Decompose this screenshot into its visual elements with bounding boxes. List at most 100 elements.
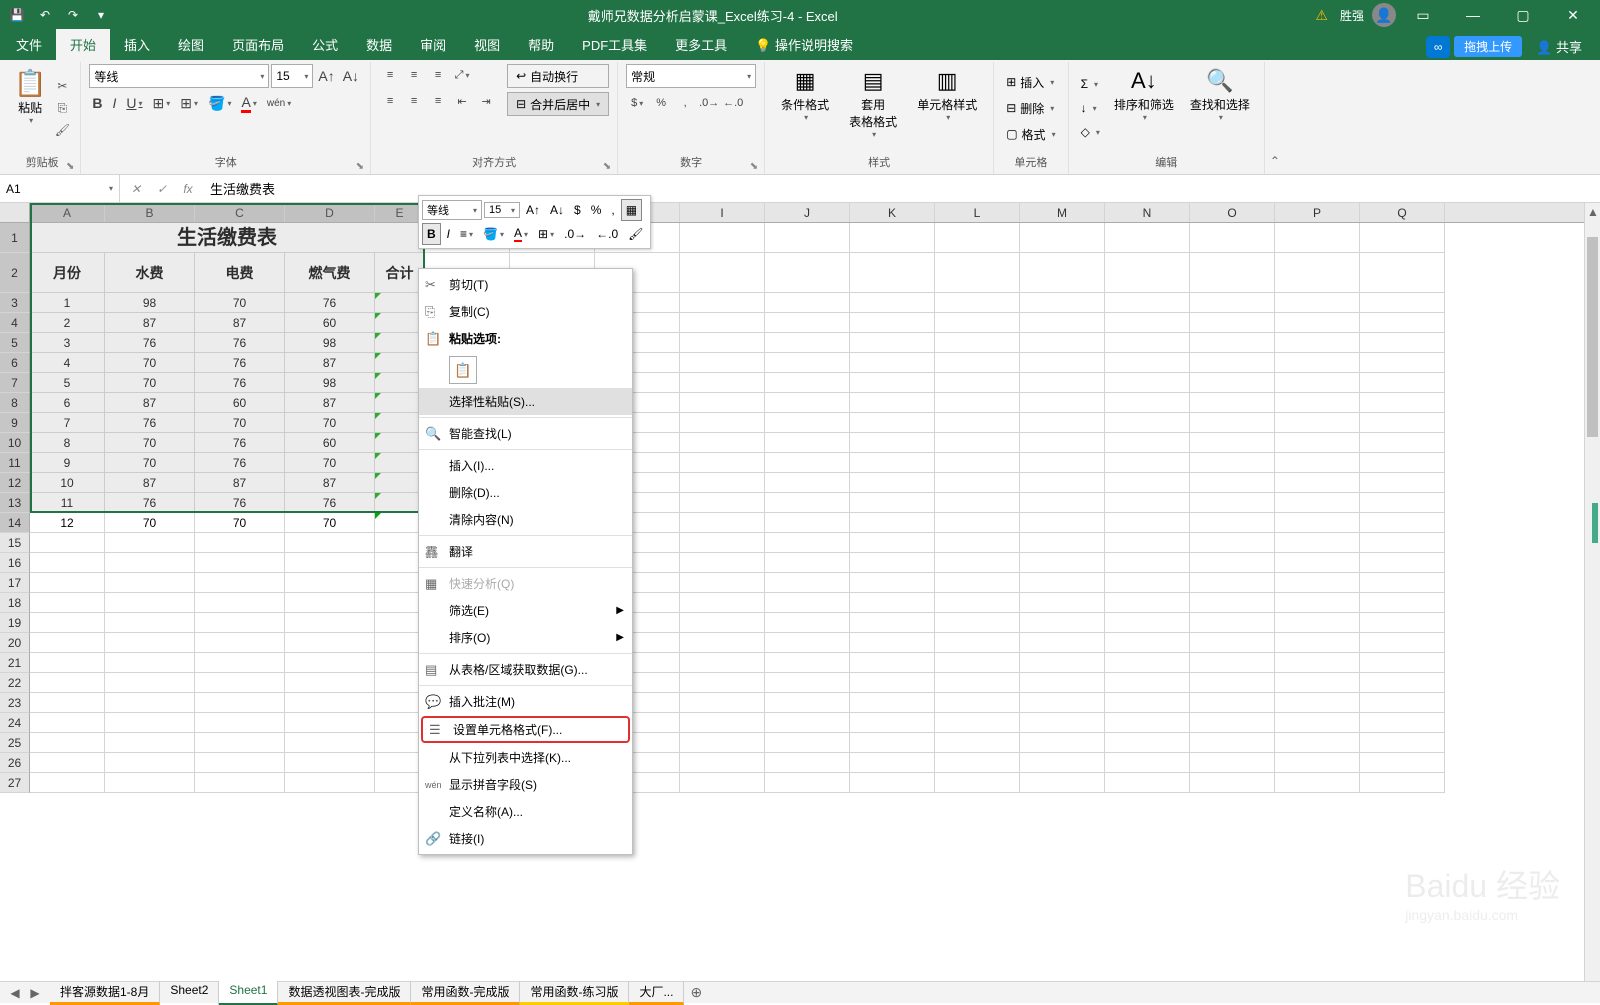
cell-M12[interactable] [1020, 473, 1105, 493]
cell-L27[interactable] [935, 773, 1020, 793]
add-sheet-button[interactable]: ⊕ [684, 982, 708, 1003]
cell-Q14[interactable] [1360, 513, 1445, 533]
cell-C26[interactable] [195, 753, 285, 773]
increase-font-icon[interactable]: A↑ [315, 65, 337, 87]
row-header-13[interactable]: 13 [0, 493, 30, 513]
cell-A15[interactable] [30, 533, 105, 553]
cell-M21[interactable] [1020, 653, 1105, 673]
cell-B6[interactable]: 70 [105, 353, 195, 373]
cell-D5[interactable]: 98 [285, 333, 375, 353]
cell-N20[interactable] [1105, 633, 1190, 653]
sheet-tab[interactable]: 数据透视图表-完成版 [278, 981, 411, 1005]
cell-Q26[interactable] [1360, 753, 1445, 773]
mini-increase-font-icon[interactable]: A↑ [522, 199, 544, 221]
cell-A25[interactable] [30, 733, 105, 753]
cell-D23[interactable] [285, 693, 375, 713]
cell-Q7[interactable] [1360, 373, 1445, 393]
wrap-text-button[interactable]: ↩ 自动换行 [507, 64, 609, 88]
merge-center-button[interactable]: ⊟ 合并后居中▾ [507, 92, 609, 116]
column-header-L[interactable]: L [935, 203, 1020, 222]
cell-D3[interactable]: 76 [285, 293, 375, 313]
cell-B16[interactable] [105, 553, 195, 573]
cell-P9[interactable] [1275, 413, 1360, 433]
cell-L1[interactable] [935, 223, 1020, 253]
cell-I17[interactable] [680, 573, 765, 593]
cell-O24[interactable] [1190, 713, 1275, 733]
cell-L7[interactable] [935, 373, 1020, 393]
cell-B17[interactable] [105, 573, 195, 593]
cell-C18[interactable] [195, 593, 285, 613]
autosum-icon[interactable]: Σ▾ [1077, 73, 1104, 95]
cell-K8[interactable] [850, 393, 935, 413]
column-header-B[interactable]: B [105, 203, 195, 222]
cell-J2[interactable] [765, 253, 850, 293]
cell-C22[interactable] [195, 673, 285, 693]
cell-L21[interactable] [935, 653, 1020, 673]
mini-border-icon[interactable]: ⊞▾ [534, 223, 558, 245]
cell-J24[interactable] [765, 713, 850, 733]
cell-M11[interactable] [1020, 453, 1105, 473]
cell-N14[interactable] [1105, 513, 1190, 533]
cell-J4[interactable] [765, 313, 850, 333]
cell-I27[interactable] [680, 773, 765, 793]
cell-I5[interactable] [680, 333, 765, 353]
user-avatar-icon[interactable]: 👤 [1372, 3, 1396, 27]
cell-C3[interactable]: 70 [195, 293, 285, 313]
cell-P5[interactable] [1275, 333, 1360, 353]
cell-J17[interactable] [765, 573, 850, 593]
cell-A14[interactable]: 12 [30, 513, 105, 533]
cell-K14[interactable] [850, 513, 935, 533]
cell-P13[interactable] [1275, 493, 1360, 513]
cell-P3[interactable] [1275, 293, 1360, 313]
row-header-16[interactable]: 16 [0, 553, 30, 573]
cell-K3[interactable] [850, 293, 935, 313]
cell-B8[interactable]: 87 [105, 393, 195, 413]
cell-D8[interactable]: 87 [285, 393, 375, 413]
cell-M3[interactable] [1020, 293, 1105, 313]
cell-Q1[interactable] [1360, 223, 1445, 253]
cell-O3[interactable] [1190, 293, 1275, 313]
window-minimize-icon[interactable]: — [1450, 0, 1496, 30]
cell-L10[interactable] [935, 433, 1020, 453]
cell-C12[interactable]: 87 [195, 473, 285, 493]
cell-Q12[interactable] [1360, 473, 1445, 493]
cell-K4[interactable] [850, 313, 935, 333]
cell-B24[interactable] [105, 713, 195, 733]
cell-C25[interactable] [195, 733, 285, 753]
align-center-icon[interactable]: ≡ [403, 90, 425, 112]
cell-A11[interactable]: 9 [30, 453, 105, 473]
cell-Q16[interactable] [1360, 553, 1445, 573]
decrease-indent-icon[interactable]: ⇤ [451, 90, 473, 112]
cell-N18[interactable] [1105, 593, 1190, 613]
cell-K19[interactable] [850, 613, 935, 633]
cell-P24[interactable] [1275, 713, 1360, 733]
font-color-button[interactable]: A▾ [238, 92, 259, 114]
cell-D25[interactable] [285, 733, 375, 753]
format-cells-button[interactable]: ▢ 格式▾ [1002, 123, 1059, 145]
sheet-tab[interactable]: 常用函数-练习版 [520, 981, 629, 1005]
cell-N12[interactable] [1105, 473, 1190, 493]
cell-A20[interactable] [30, 633, 105, 653]
cell-B27[interactable] [105, 773, 195, 793]
cell-K26[interactable] [850, 753, 935, 773]
cell-N13[interactable] [1105, 493, 1190, 513]
cell-P27[interactable] [1275, 773, 1360, 793]
upload-button[interactable]: 拖拽上传 [1454, 36, 1522, 57]
font-launcher-icon[interactable]: ⬊ [356, 161, 364, 172]
cell-D26[interactable] [285, 753, 375, 773]
cell-J1[interactable] [765, 223, 850, 253]
cell-P7[interactable] [1275, 373, 1360, 393]
cell-O26[interactable] [1190, 753, 1275, 773]
cell-D20[interactable] [285, 633, 375, 653]
warning-icon[interactable]: ⚠ [1311, 7, 1332, 24]
cell-O25[interactable] [1190, 733, 1275, 753]
cell-N22[interactable] [1105, 673, 1190, 693]
cell-N26[interactable] [1105, 753, 1190, 773]
cell-Q2[interactable] [1360, 253, 1445, 293]
row-header-18[interactable]: 18 [0, 593, 30, 613]
tell-me[interactable]: 💡 操作说明搜索 [741, 29, 867, 60]
cell-A21[interactable] [30, 653, 105, 673]
cell-N6[interactable] [1105, 353, 1190, 373]
cell-K11[interactable] [850, 453, 935, 473]
cm-paste-option[interactable]: 📋 [449, 356, 477, 384]
